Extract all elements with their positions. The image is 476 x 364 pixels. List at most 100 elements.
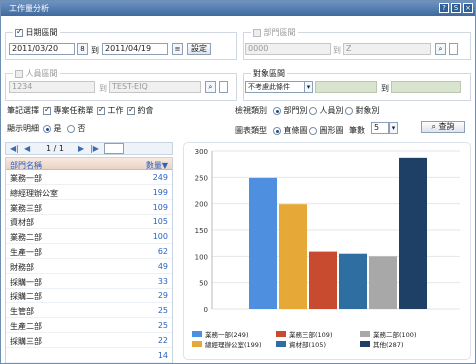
- date-range-checkbox[interactable]: [15, 27, 23, 37]
- chart-type-bar[interactable]: 直條圖: [273, 125, 308, 136]
- pager-text: 1 / 1: [46, 144, 64, 153]
- person-to-input[interactable]: TEST-EIQ: [109, 81, 201, 93]
- department-to-label: 到: [333, 46, 341, 55]
- table-header: 部門名稱 數量▼: [6, 158, 172, 170]
- date-to-label: 到: [91, 46, 99, 55]
- table-row[interactable]: 業務三部 109: [6, 201, 172, 215]
- query-button[interactable]: ⌕ 查詢: [421, 121, 465, 133]
- row-department-name: 採購一部: [10, 277, 42, 287]
- stats-option-1[interactable]: 專案任務單: [43, 105, 94, 116]
- start-date-input[interactable]: 2011/03/20: [9, 43, 75, 55]
- count-label: 筆數: [349, 126, 365, 135]
- category-option-target[interactable]: 對象別: [345, 105, 380, 116]
- bar-0[interactable]: [249, 177, 277, 309]
- row-department-name: 業務一部: [10, 174, 42, 183]
- window-title: 工作量分析: [9, 4, 49, 13]
- window-titlebar: 工作量分析 ? S ×: [1, 1, 475, 16]
- bar-4[interactable]: [369, 256, 397, 309]
- legend-label: 業務二部(100): [373, 330, 416, 339]
- person-range-legend: 人員區間: [13, 68, 60, 79]
- show-detail-no[interactable]: 否: [67, 123, 86, 134]
- end-date-picker-button[interactable]: ≡: [172, 43, 183, 55]
- y-tick-label: 250: [195, 174, 208, 182]
- y-tick-label: 200: [195, 201, 208, 209]
- legend-swatch: [360, 331, 370, 337]
- row-count: 62: [157, 247, 168, 256]
- pager-next-button[interactable]: ▶: [78, 144, 84, 153]
- y-tick-label: 300: [195, 148, 208, 156]
- count-select[interactable]: 5: [371, 122, 389, 134]
- pager-first-button[interactable]: ◀|: [10, 144, 19, 153]
- row-department-name: 資材部: [10, 218, 34, 228]
- search-icon: ⌕: [431, 122, 436, 131]
- set-date-button[interactable]: 設定: [187, 43, 211, 55]
- bar-1[interactable]: [279, 204, 307, 309]
- table-row[interactable]: 採購二部 29: [6, 289, 172, 304]
- row-department-name: 生管部: [10, 307, 34, 317]
- row-count: 25: [157, 321, 168, 330]
- close-button[interactable]: ×: [463, 3, 473, 13]
- department-option-checkbox[interactable]: [449, 43, 458, 55]
- table-row[interactable]: 總經理辦公室 199: [6, 186, 172, 200]
- legend-swatch: [276, 331, 286, 337]
- pager-prev-button[interactable]: ◀: [24, 144, 30, 153]
- row-count: 22: [157, 335, 168, 345]
- target-condition-dropdown-icon[interactable]: ▾: [304, 81, 313, 93]
- target-range-legend: 對象區間: [251, 68, 287, 79]
- target-from-input[interactable]: [315, 81, 377, 93]
- bar-5[interactable]: [399, 157, 427, 309]
- date-range-legend: 日期區間: [13, 27, 60, 38]
- table-pager: ◀| ◀ 1 / 1 ▶ |▶: [5, 142, 173, 155]
- department-range-checkbox[interactable]: [253, 28, 261, 37]
- person-range-checkbox[interactable]: [15, 69, 23, 78]
- target-to-input[interactable]: [391, 81, 461, 93]
- chart-type-pie[interactable]: 圓形圖: [309, 125, 344, 136]
- y-tick-label: 100: [195, 253, 208, 261]
- target-to-label: 到: [381, 84, 389, 93]
- column-count[interactable]: 數量▼: [146, 160, 168, 171]
- table-row[interactable]: 業務二部 100: [6, 230, 172, 245]
- category-option-person[interactable]: 人員別: [309, 105, 344, 116]
- count-dropdown-icon[interactable]: ▾: [389, 122, 398, 134]
- bar-2[interactable]: [309, 251, 337, 309]
- table-row[interactable]: 生管部 25: [6, 304, 172, 319]
- help-button[interactable]: ?: [439, 3, 449, 13]
- category-option-department[interactable]: 部門別: [273, 105, 308, 116]
- show-detail-label: 顯示明細: [7, 124, 39, 133]
- table-row[interactable]: 生產一部 62: [6, 245, 172, 259]
- department-search-icon[interactable]: ⌕: [435, 43, 446, 55]
- stats-option-3[interactable]: 約會: [127, 105, 154, 116]
- table-row[interactable]: 採購一部 33: [6, 275, 172, 289]
- table-row[interactable]: 業務一部 249: [6, 171, 172, 185]
- chart-type-label: 圖表類型: [235, 126, 267, 135]
- person-option-checkbox[interactable]: [219, 81, 228, 93]
- legend-swatch: [192, 331, 202, 337]
- table-row[interactable]: 資材部 105: [6, 215, 172, 230]
- bar-3[interactable]: [339, 253, 367, 309]
- table-row[interactable]: 財務部 49: [6, 260, 172, 274]
- table-row[interactable]: 採購三部 22: [6, 334, 172, 348]
- pager-page-input[interactable]: [104, 143, 124, 154]
- show-detail-yes[interactable]: 是: [43, 123, 62, 134]
- department-to-input[interactable]: Z: [343, 43, 431, 55]
- person-to-label: 到: [99, 84, 107, 93]
- target-condition-select[interactable]: 不考慮此條件: [245, 81, 305, 93]
- department-from-input[interactable]: 0000: [245, 43, 331, 55]
- table-row[interactable]: 生產二部 25: [6, 319, 172, 333]
- pager-last-button[interactable]: |▶: [90, 144, 99, 153]
- row-count: 100: [152, 232, 168, 242]
- category-label: 檢視類別: [235, 106, 267, 115]
- y-tick-label: 50: [199, 280, 208, 288]
- person-search-icon[interactable]: ⌕: [205, 81, 216, 93]
- end-date-input[interactable]: 2011/04/19: [102, 43, 168, 55]
- column-department-name[interactable]: 部門名稱: [10, 160, 42, 171]
- start-date-picker-button[interactable]: 8: [77, 43, 88, 55]
- export-button[interactable]: S: [451, 3, 461, 13]
- legend-label: 業務一部(249): [205, 330, 248, 339]
- stats-option-2[interactable]: 工作: [97, 105, 124, 116]
- row-department-name: 採購二部: [10, 292, 42, 302]
- chart-panel: 0 50 100 150 200 250 300 業務一部(249) 業務三部(109) 業務二部…: [183, 142, 471, 360]
- person-from-input[interactable]: 1234: [9, 81, 95, 93]
- table-row[interactable]: 14: [6, 349, 172, 363]
- row-department-name: 財務部: [10, 262, 34, 272]
